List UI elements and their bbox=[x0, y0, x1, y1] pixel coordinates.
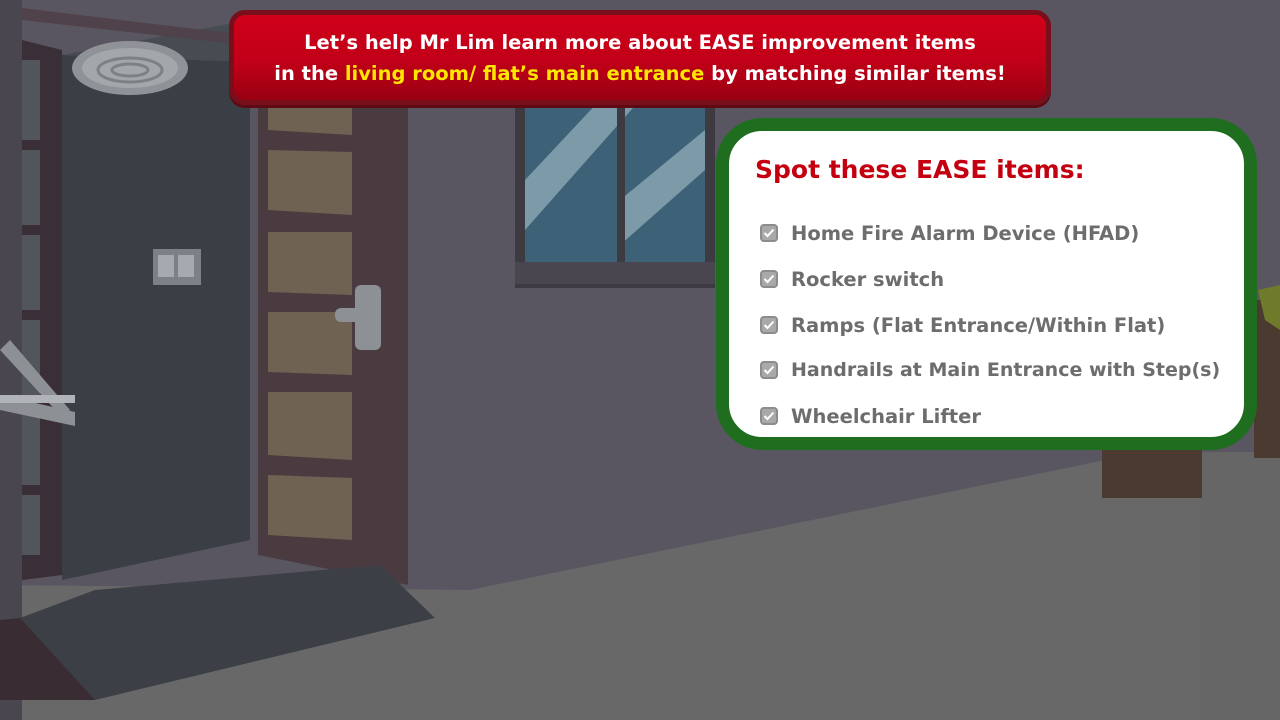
instruction-highlight: living room/ flat’s main entrance bbox=[344, 62, 705, 85]
fire-alarm-device bbox=[72, 41, 188, 95]
checklist-item-label: Home Fire Alarm Device (HFAD) bbox=[791, 221, 1140, 245]
checklist-title: Spot these EASE items: bbox=[755, 155, 1085, 184]
instruction-line-1: Let’s help Mr Lim learn more about EASE … bbox=[304, 31, 976, 54]
checklist-item-wheelchair-lifter: Wheelchair Lifter bbox=[760, 401, 981, 431]
main-entrance-door bbox=[258, 60, 408, 585]
rocker-switch-plate bbox=[153, 249, 201, 285]
game-stage: Let’s help Mr Lim learn more about EASE … bbox=[0, 0, 1280, 720]
checklist-item-label: Ramps (Flat Entrance/Within Flat) bbox=[791, 313, 1166, 337]
checklist-item-label: Wheelchair Lifter bbox=[791, 404, 981, 428]
instruction-banner: Let’s help Mr Lim learn more about EASE … bbox=[229, 10, 1051, 105]
checklist-item-handrails: Handrails at Main Entrance with Step(s) bbox=[760, 355, 1220, 385]
checklist-item-label: Rocker switch bbox=[791, 267, 945, 291]
checkbox-checked-icon bbox=[760, 316, 778, 334]
checklist-item-rocker-switch: Rocker switch bbox=[760, 264, 944, 294]
checklist-item-ramps: Ramps (Flat Entrance/Within Flat) bbox=[760, 310, 1165, 340]
doorway bbox=[62, 55, 250, 580]
checkbox-checked-icon bbox=[760, 407, 778, 425]
ease-items-checklist: Spot these EASE items: Home Fire Alarm D… bbox=[716, 118, 1257, 450]
checkbox-checked-icon bbox=[760, 270, 778, 288]
checklist-item-hfad: Home Fire Alarm Device (HFAD) bbox=[760, 218, 1139, 248]
instruction-suffix: by matching similar items! bbox=[704, 62, 1006, 85]
checkbox-checked-icon bbox=[760, 361, 778, 379]
window bbox=[515, 98, 715, 288]
instruction-line-2: in the living room/ flat’s main entrance… bbox=[234, 58, 1046, 89]
instruction-prefix: in the bbox=[274, 62, 345, 85]
checkbox-checked-icon bbox=[760, 224, 778, 242]
checklist-item-label: Handrails at Main Entrance with Step(s) bbox=[791, 359, 1221, 381]
